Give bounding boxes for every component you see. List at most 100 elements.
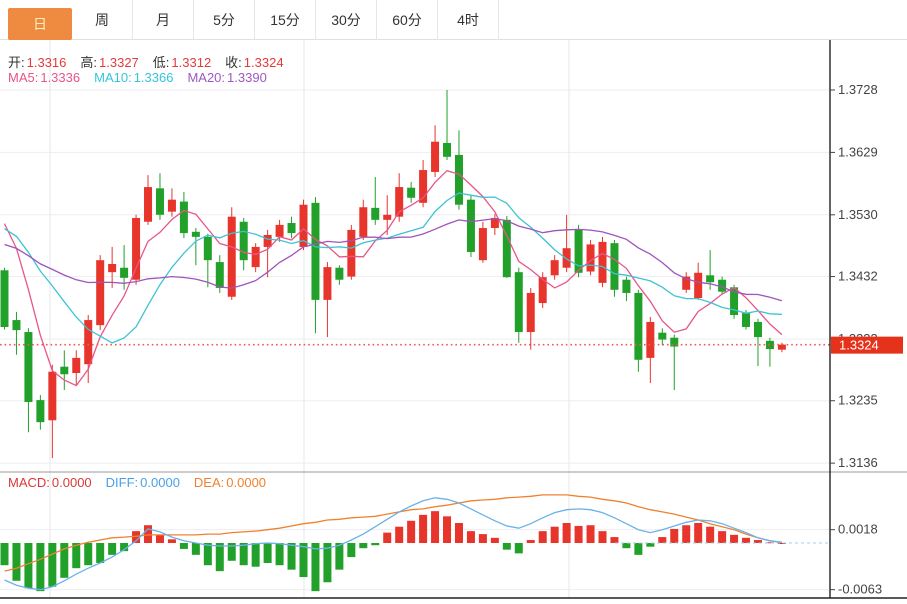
candle-body [467,200,475,252]
macd-hist-bar [335,543,343,570]
macd-hist-bar [491,538,499,543]
macd-hist-bar [706,527,714,543]
candle-body [407,188,415,198]
candle-body [610,243,618,290]
candle-body [778,345,786,350]
macd-legend: MACD:0.0000DIFF:0.0000DEA:0.0000 [8,475,280,490]
legend-label: DEA: [194,475,224,490]
macd-hist-bar [371,543,379,545]
legend-label: DIFF: [106,475,139,490]
candle-body [240,222,248,260]
ma-legend-item: MA10:1.3366 [94,70,173,85]
timeframe-tabbar: 日周月5分15分30分60分4时 [0,0,907,40]
candle-body [383,215,391,220]
macd-hist-bar [48,543,56,587]
candle-body [706,275,714,282]
macd-hist-bar [96,543,104,563]
macd-hist-bar [204,543,212,565]
tab-4hour[interactable]: 4时 [438,0,499,40]
macd-hist-bar [610,537,618,543]
tab-day[interactable]: 日 [8,8,72,40]
ma5-line [5,171,782,386]
macd-legend-item: MACD:0.0000 [8,475,92,490]
candlestick-chart[interactable]: 1.37281.36291.35301.34321.33331.32351.31… [0,0,907,604]
macd-legend-item: DEA:0.0000 [194,475,266,490]
macd-hist-bar [24,543,32,588]
macd-axis-label: -0.0063 [838,582,882,597]
candle-body [527,293,535,332]
macd-hist-bar [634,543,642,555]
legend-label: 低: [153,55,170,70]
legend-value: 1.3324 [244,55,284,70]
macd-hist-bar [395,527,403,543]
ma20-line [5,219,782,301]
candle-body [228,217,236,297]
macd-hist-bar [599,531,607,543]
macd-hist-bar [108,543,116,555]
candle-body [515,272,523,332]
candle-body [622,280,630,293]
candle-body [503,220,511,277]
ohlc-legend-item: 低:1.3312 [153,55,211,70]
macd-hist-bar [300,543,308,577]
macd-hist-bar [252,543,260,567]
tab-month[interactable]: 月 [133,0,194,40]
macd-hist-bar [718,531,726,543]
candle-body [204,237,212,260]
dea-line [5,495,782,571]
candle-body [276,225,284,237]
price-axis-label: 1.3136 [838,455,878,470]
macd-hist-bar [694,523,702,543]
macd-hist-bar [455,523,463,543]
tab-5min[interactable]: 5分 [194,0,255,40]
macd-hist-bar [587,525,595,543]
legend-label: MACD: [8,475,50,490]
candle-body [563,248,571,268]
tab-30min[interactable]: 30分 [316,0,377,40]
macd-hist-bar [622,543,630,548]
macd-hist-bar [72,543,80,568]
legend-label: 高: [80,55,97,70]
macd-hist-bar [431,511,439,543]
macd-hist-bar [311,543,319,591]
legend-value: 0.0000 [140,475,180,490]
macd-hist-bar [192,543,200,555]
candle-body [168,200,176,212]
ma-legend-item: MA20:1.3390 [187,70,266,85]
macd-hist-bar [288,543,296,570]
tab-60min[interactable]: 60分 [377,0,438,40]
macd-hist-bar [515,543,523,553]
candle-body [766,341,774,349]
candle-body [252,247,260,267]
legend-label: MA5: [8,70,38,85]
candle-body [48,372,56,421]
price-axis-label: 1.3530 [838,207,878,222]
legend-value: 1.3316 [27,55,67,70]
legend-value: 1.3390 [227,70,267,85]
candle-body [599,242,607,283]
candle-body [108,264,116,272]
macd-hist-bar [479,534,487,543]
candle-body [12,320,20,330]
current-price-tag-value: 1.3324 [839,338,879,353]
candle-body [156,188,164,214]
candle-body [359,207,367,237]
legend-value: 1.3366 [134,70,174,85]
candle-body [72,358,80,373]
price-axis-label: 1.3728 [838,82,878,97]
candle-body [347,230,355,277]
candle-body [371,208,379,220]
legend-value: 0.0000 [52,475,92,490]
macd-hist-bar [216,543,224,571]
candle-body [132,218,140,280]
candle-body [311,203,319,300]
macd-hist-bar [575,526,583,543]
macd-hist-bar [670,529,678,543]
candle-body [288,223,296,233]
tab-week[interactable]: 周 [72,0,133,40]
candle-body [60,367,68,375]
tab-15min[interactable]: 15分 [255,0,316,40]
macd-hist-bar [276,543,284,565]
macd-axis-label: 0.0018 [838,522,878,537]
candle-body [335,268,343,280]
